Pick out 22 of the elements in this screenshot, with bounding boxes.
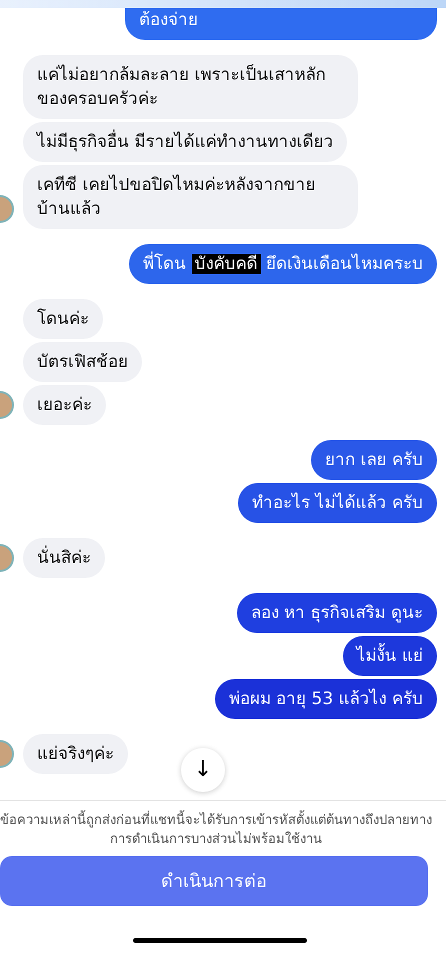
message-bubble: ทำอะไร ไม่ได้แล้ว ครับ [238, 483, 437, 523]
message-bubble: นั่นสิค่ะ [23, 538, 105, 578]
message-bubble: แย่จริงๆค่ะ [23, 734, 128, 774]
message-bubble: เยอะค่ะ [23, 385, 106, 425]
avatar [0, 195, 14, 223]
message-bubble: โดนค่ะ [23, 299, 103, 339]
message-bubble: ยาก เลย ครับ [311, 440, 437, 480]
scroll-down-button[interactable]: ↓ [181, 748, 225, 792]
message-bubble: บัตรเฟิสช้อย [23, 342, 142, 382]
message-bubble: ไม่มีธุรกิจอื่น มีรายได้แค่ทำงานทางเดียว [23, 122, 348, 162]
message-bubble: ไม่งั้น แย่ [342, 636, 437, 676]
continue-button[interactable]: ดำเนินการต่อ [0, 856, 428, 906]
message-bubble: พี่โดน บังคับคดี ยึดเงินเดือนไหมคระบ [129, 244, 437, 284]
message-bubble: แค่ไม่อยากล้มละลาย เพราะเป็นเสาหลักของครอบครัวค่ะ [23, 55, 358, 119]
message-bubble: พ่อผม อายุ 53 แล้วไง ครับ [214, 679, 437, 719]
message-bubble: เคทีซี เคยไปขอปิดไหมค่ะหลังจากขายบ้านแล้ว [23, 165, 358, 229]
message-bubble: ลอง หา ธุรกิจเสริม ดูนะ [236, 593, 437, 633]
message-bubble: ต้องจ่าย [125, 8, 437, 40]
avatar [0, 740, 14, 768]
encryption-notice: ข้อความเหล่านี้ถูกส่งก่อนที่แชทนี้จะได้รับการเข้ารหัสตั้งแต่ต้นทางถึงปลายทาง การดำเนินการบางส่วนไม่พร้อมใช้งาน [0, 811, 440, 849]
avatar [0, 544, 14, 572]
avatar [0, 391, 14, 419]
